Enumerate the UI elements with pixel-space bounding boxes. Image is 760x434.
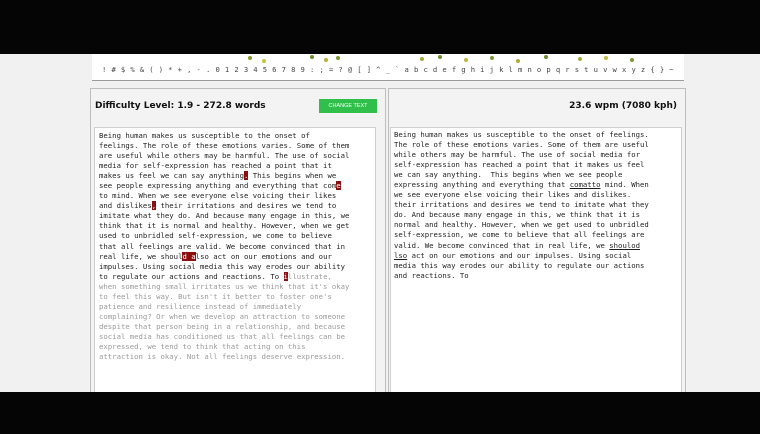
frequency-dot [248, 56, 252, 60]
frequency-dot [324, 58, 328, 62]
character-bar: ! # $ % & ( ) * + , - . 0 1 2 3 4 5 6 7 … [92, 54, 684, 81]
misspelled-word: shoulod [609, 240, 641, 250]
typed-line: valid. We become convinced that in real … [394, 240, 641, 250]
text-line: Being human makes us susceptible to the … [99, 131, 310, 140]
untyped-line: to feel this way. But isn't it better to… [99, 291, 332, 301]
frequency-dot [490, 56, 494, 60]
character-list: ! # $ % & ( ) * + , - . 0 1 2 3 4 5 6 7 … [102, 65, 674, 74]
text-line: are useful while others may be harmful. … [99, 151, 350, 161]
text-line: imitate what they do. And because many e… [99, 211, 350, 221]
typed-line: we can say anything. This begins when we… [394, 170, 623, 180]
typing-app: ! # $ % & ( ) * + , - . 0 1 2 3 4 5 6 7 … [0, 54, 760, 392]
typed-line: lso act on our emotions and our impulses… [394, 250, 632, 260]
letterbox-bottom [0, 392, 760, 434]
text-line: real life, we should also act on our emo… [99, 251, 332, 261]
frequency-dot [420, 57, 424, 61]
text-line: to mind. When we see everyone else voici… [99, 191, 337, 201]
untyped-line: complaining? Or when we develop an attra… [99, 311, 346, 321]
text-line: feelings. The role of these emotions var… [99, 141, 350, 151]
typed-line: their irritations and desires we tend to… [394, 200, 649, 210]
typing-area[interactable]: Being human makes us susceptible to the … [390, 127, 682, 392]
untyped-line: despite that person being in a relations… [99, 321, 346, 331]
text-line: think that it is normal and healthy. How… [99, 221, 350, 231]
untyped-line: social media has conditioned us that all… [99, 331, 346, 341]
misspelled-word: comatto [569, 180, 601, 190]
typed-line: normal and healthy. However, when we get… [394, 220, 649, 230]
typing-speed: 23.6 wpm (7080 kph) [569, 101, 677, 111]
untyped-line: expressed, we tend to think that acting … [99, 341, 306, 351]
text-line: media for self-expression has reached a … [99, 161, 332, 171]
difficulty-level: Difficulty Level: 1.9 - 272.8 words [95, 101, 266, 111]
frequency-dot [630, 58, 634, 62]
error-mark: d a [182, 251, 196, 261]
frequency-dot [438, 55, 442, 59]
untyped-line: when something small irritates us we thi… [99, 281, 350, 291]
frequency-dot [464, 58, 468, 62]
typed-line: and reactions. To [394, 270, 469, 280]
typed-line: The role of these emotions varies. Some … [394, 140, 649, 150]
text-line: impulses. Using social media this way er… [99, 261, 346, 271]
frequency-dot [336, 56, 340, 60]
typed-line: do. And because many engage in this, we … [394, 210, 641, 220]
source-text: Being human makes us susceptible to the … [94, 127, 376, 392]
error-mark: e [336, 181, 341, 191]
untyped-line: patience and resilience instead of immed… [99, 301, 302, 311]
text-line: used to unbridled self-expression, we co… [99, 231, 332, 241]
typed-line: Being human makes us susceptible to the … [394, 130, 649, 139]
frequency-dot [604, 56, 608, 60]
source-panel: Difficulty Level: 1.9 - 272.8 words CHAN… [90, 88, 386, 392]
typed-line: self-expression has reached a point that… [394, 160, 645, 170]
change-text-button[interactable]: CHANGE TEXT [319, 99, 377, 113]
untyped-line: attraction is okay. Not all feelings des… [99, 352, 346, 362]
letterbox-top [0, 0, 760, 54]
text-line: see people expressing anything and every… [99, 181, 341, 191]
frequency-dot [578, 57, 582, 61]
text-line: to regulate our actions and reactions. T… [99, 271, 332, 281]
typed-line: while others may be harmful. The use of … [394, 150, 641, 160]
typed-line: expressing anything and everything that … [394, 180, 649, 190]
misspelled-word: lso [394, 250, 408, 260]
character-frequency-dots [92, 54, 684, 64]
frequency-dot [544, 55, 548, 59]
typed-line: we see everyone else voicing their likes… [394, 190, 632, 200]
typed-line: media this way erodes our ability to reg… [394, 260, 645, 270]
typing-panel: 23.6 wpm (7080 kph) Being human makes us… [388, 88, 686, 392]
typed-line: self-expression, we come to believe that… [394, 230, 645, 240]
frequency-dot [516, 59, 520, 63]
frequency-dot [310, 55, 314, 59]
text-line: that all feelings are valid. We become c… [99, 241, 346, 251]
frequency-dot [262, 59, 266, 63]
text-line: makes us feel we can say anything. This … [99, 171, 337, 181]
text-line: and dislikes, their irritations and desi… [99, 201, 337, 211]
